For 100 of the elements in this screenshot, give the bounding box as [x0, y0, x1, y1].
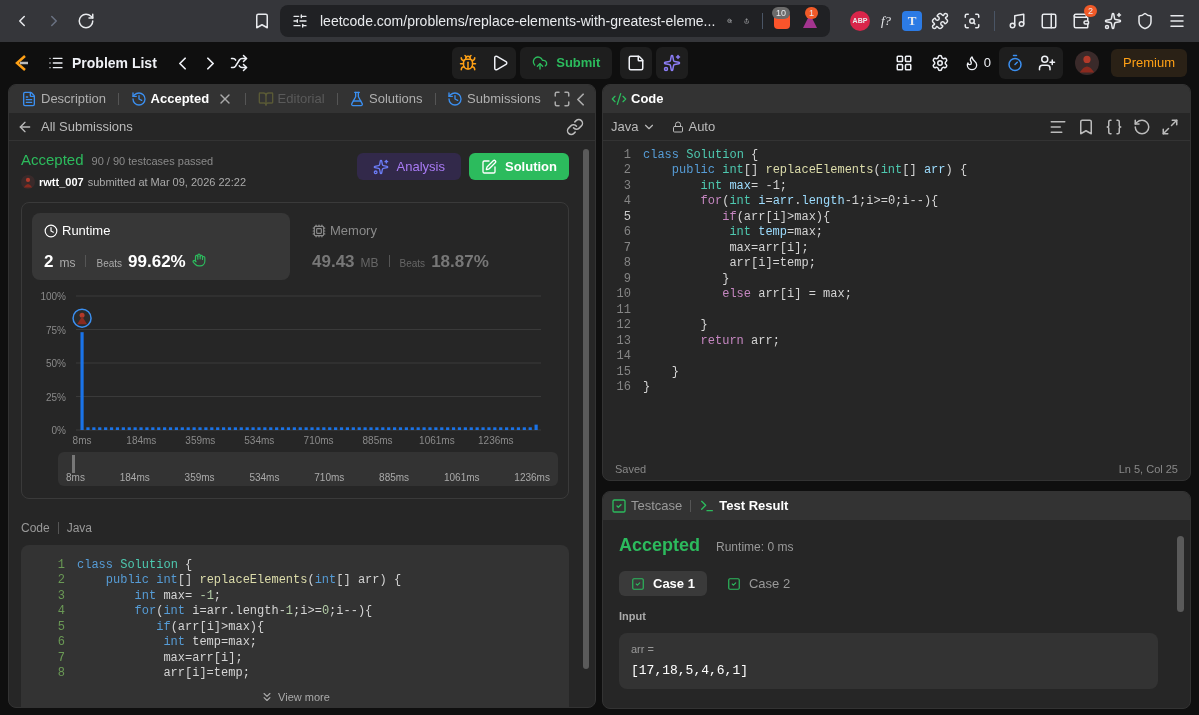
stat-card[interactable]: Memory 49.43 MB Beats 18.87% [300, 213, 558, 280]
code-icon [611, 91, 627, 107]
axis-label: 100% [40, 291, 66, 302]
bar [322, 427, 326, 430]
bar [257, 427, 261, 430]
case-tab[interactable]: Case 1 [619, 571, 707, 596]
code-line: return arr; [699, 332, 780, 350]
code-line: max=arr[i]; [162, 649, 243, 667]
range-selector[interactable]: 8ms 184ms 359ms 534ms 710ms 885ms 1061ms 1236ms [58, 452, 558, 486]
braces-icon [1105, 117, 1123, 136]
bar [180, 427, 184, 430]
code-line: public int[] replaceElements(int[] arr) { [670, 162, 968, 180]
wallet-icon [1072, 12, 1090, 30]
range-label: 534ms [249, 471, 280, 485]
submit-button[interactable]: Submit [520, 47, 613, 79]
bar [351, 427, 355, 430]
code-line: max=arr[i]; [728, 239, 809, 257]
expand-icon [1161, 117, 1179, 136]
bar [92, 427, 96, 430]
line-number: 2 [56, 572, 65, 590]
bar [251, 427, 255, 430]
shuffle-icon [229, 54, 248, 72]
puzzle-icon [931, 12, 949, 30]
analysis-button[interactable]: Analysis [356, 153, 461, 180]
line-number: 7 [56, 649, 65, 667]
bar [204, 427, 208, 430]
avatar [1075, 51, 1099, 75]
line-number: 3 [56, 587, 65, 605]
panel-tab[interactable]: Test Result [699, 496, 789, 516]
panel-tab[interactable]: Testcase [611, 496, 683, 516]
bar [440, 427, 444, 430]
submission-status: Accepted [21, 150, 84, 170]
clap-icon [191, 252, 206, 267]
line-number: 6 [622, 224, 631, 242]
bar [375, 427, 379, 430]
cloud-upload-icon [532, 55, 549, 71]
line-number: 12 [615, 317, 631, 335]
code-line: } [643, 379, 651, 397]
chevron-left-icon [577, 92, 585, 106]
beats-percent: 18.87% [431, 250, 489, 273]
address-bar[interactable]: leetcode.com/problems/replace-elements-with-greatest-eleme... 10 1 [280, 5, 830, 37]
line-number: 4 [622, 193, 631, 211]
music-note-icon [1008, 12, 1026, 30]
bar [381, 427, 385, 430]
cursor-position: Ln 5, Col 25 [1118, 461, 1178, 477]
beats-percent: 99.62% [128, 250, 186, 273]
case-tab[interactable]: Case 2 [714, 571, 803, 596]
panel-tab[interactable]: Accepted [126, 89, 238, 109]
sidebar-icon [1040, 12, 1058, 30]
axis-label: 885ms [362, 435, 393, 446]
view-more-button[interactable]: View more [260, 689, 330, 706]
font-extension-icon[interactable]: f? [874, 11, 898, 31]
settings-icon [930, 54, 949, 72]
line-number: 5 [56, 618, 65, 636]
line-number: 4 [56, 603, 65, 621]
code-label: Code [21, 520, 50, 537]
premium-button[interactable]: Premium [1111, 49, 1187, 77]
translate-extension-icon[interactable]: T [902, 11, 922, 31]
code-language: Java [66, 520, 93, 537]
list-icon [48, 55, 64, 71]
book-icon [257, 91, 274, 107]
stat-card[interactable]: Runtime 2 ms Beats 99.62% [32, 213, 290, 280]
problem-list-button[interactable]: Problem List [48, 52, 157, 74]
bar [493, 427, 497, 430]
code-line: if(arr[i]>max){ [721, 208, 831, 226]
range-label: 359ms [184, 471, 215, 485]
bar [127, 427, 131, 430]
notes-button[interactable] [620, 47, 653, 79]
line-number: 6 [56, 634, 65, 652]
submission-time: submitted at Mar 09, 2026 22:22 [87, 174, 247, 190]
language-select[interactable]: Java [611, 116, 657, 137]
streak-counter[interactable]: 0 [963, 53, 991, 73]
bar [422, 427, 426, 430]
panel-tab[interactable]: Submissions [443, 89, 545, 109]
bar [269, 427, 273, 430]
runtime-text: Runtime: 0 ms [716, 539, 794, 556]
page-search-icon [963, 12, 981, 30]
bar [86, 427, 90, 430]
beats-label: Beats [96, 256, 123, 271]
stat-label: Memory [330, 222, 377, 240]
code-line: int temp=max; [728, 224, 824, 242]
undo-icon [1133, 117, 1151, 136]
bar [363, 427, 367, 430]
shield-icon [1136, 12, 1154, 30]
wallet-button[interactable]: 2 [1067, 7, 1095, 35]
bar [522, 427, 526, 430]
notification-badge: 2 [1084, 5, 1097, 17]
ai-assistant-button[interactable] [656, 47, 689, 79]
lock-icon [672, 120, 685, 133]
menu-icon [1168, 12, 1186, 30]
auto-mode[interactable]: Auto [672, 116, 716, 137]
panel-tab[interactable]: Description [17, 89, 111, 109]
chip-icon [312, 223, 326, 238]
stat-unit: MB [360, 254, 379, 272]
sparkle-icon [663, 54, 682, 72]
panel-tab[interactable]: Solutions [345, 89, 427, 109]
line-number: 9 [622, 270, 631, 288]
bar [192, 427, 196, 430]
all-submissions-link[interactable]: All Submissions [17, 116, 133, 137]
line-number: 13 [615, 332, 631, 350]
